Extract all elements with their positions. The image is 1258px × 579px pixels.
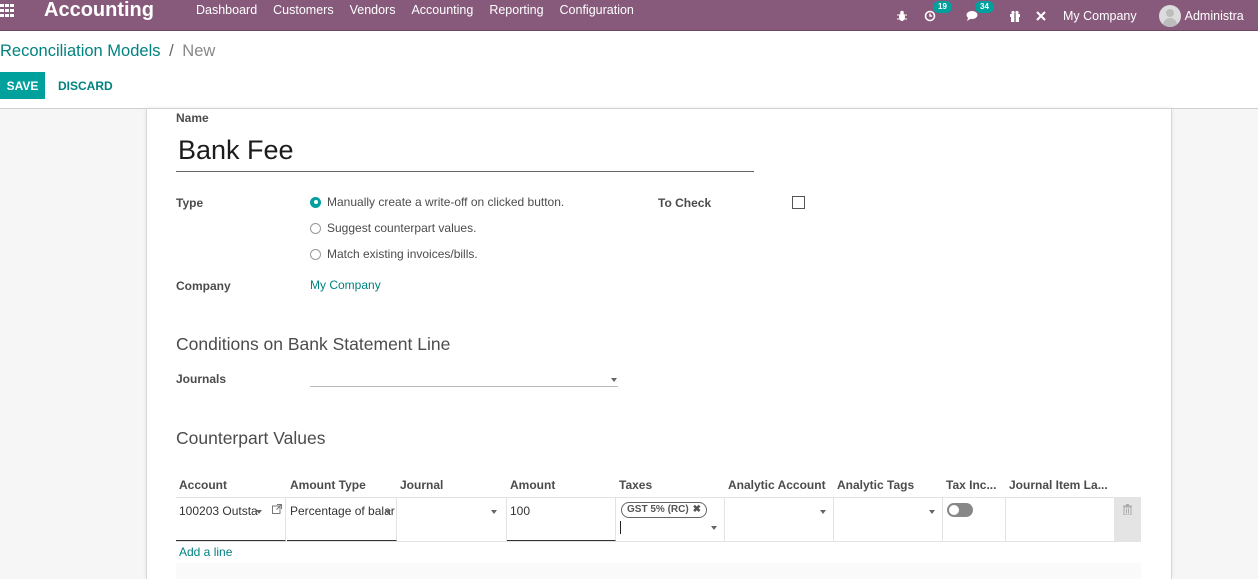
journals-select[interactable]	[310, 369, 618, 387]
menu-configuration[interactable]: Configuration	[552, 3, 642, 17]
amount-type-value: Percentage of balar	[290, 504, 395, 518]
app-name: Accounting	[44, 0, 154, 21]
breadcrumb-parent[interactable]: Reconciliation Models	[0, 42, 161, 60]
user-menu[interactable]: Administra	[1158, 4, 1244, 27]
bug-icon	[897, 10, 907, 21]
radio-unchecked-icon	[310, 248, 321, 260]
company-link[interactable]: My Company	[310, 278, 381, 292]
text-cursor	[620, 521, 621, 534]
journal-item-label-cell[interactable]	[1006, 498, 1114, 541]
avatar	[1158, 4, 1181, 27]
column-header-analytic-account[interactable]: Analytic Account	[728, 478, 826, 492]
caret-down-icon	[256, 510, 262, 514]
radio-unchecked-icon	[310, 222, 321, 234]
add-line-link[interactable]: Add a line	[179, 545, 232, 559]
caret-down-icon	[820, 510, 826, 514]
breadcrumb-current: New	[182, 42, 216, 60]
row-divider	[176, 541, 1141, 542]
caret-down-icon	[491, 510, 497, 514]
type-label: Type	[176, 196, 204, 210]
breadcrumb: Reconciliation Models / New	[0, 42, 215, 61]
to-check-checkbox[interactable]	[792, 196, 805, 209]
external-link-icon[interactable]	[272, 504, 282, 514]
gift-icon	[1010, 10, 1020, 22]
top-navbar: Accounting Dashboard Customers Vendors A…	[0, 0, 1258, 31]
caret-down-icon	[385, 510, 391, 514]
tools-icon	[1036, 10, 1046, 21]
caret-down-icon	[611, 378, 617, 382]
activity-button[interactable]: 19	[924, 0, 952, 22]
column-header-analytic-tags[interactable]: Analytic Tags	[837, 478, 914, 492]
column-header-account[interactable]: Account	[179, 478, 227, 492]
save-button[interactable]: SAVE	[0, 72, 45, 99]
to-check-label: To Check	[658, 196, 712, 210]
analytic-tags-cell[interactable]	[834, 498, 943, 541]
type-option-label: Suggest counterpart values.	[327, 221, 477, 235]
trash-icon	[1123, 504, 1132, 515]
main-menu: Dashboard Customers Vendors Accounting R…	[188, 3, 642, 17]
tools-button[interactable]	[1035, 10, 1047, 22]
column-header-taxes[interactable]: Taxes	[619, 478, 652, 492]
company-label: Company	[176, 279, 231, 293]
amount-cell[interactable]: 100	[507, 498, 616, 541]
menu-vendors[interactable]: Vendors	[342, 3, 404, 17]
column-header-amount-type[interactable]: Amount Type	[290, 478, 366, 492]
column-header-amount[interactable]: Amount	[510, 478, 555, 492]
journal-cell[interactable]	[397, 498, 507, 541]
amount-type-cell[interactable]: Percentage of balar	[287, 498, 397, 541]
apps-menu-icon[interactable]	[0, 4, 16, 18]
breadcrumb-separator: /	[169, 42, 174, 60]
messages-button[interactable]: 34	[966, 0, 994, 22]
type-option-match[interactable]: Match existing invoices/bills.	[310, 247, 478, 261]
remove-tag-icon[interactable]: ✖	[693, 503, 701, 517]
type-option-writeoff[interactable]: Manually create a write-off on clicked b…	[310, 195, 564, 209]
messages-count-badge: 34	[975, 0, 994, 13]
amount-value: 100	[510, 504, 531, 518]
tax-included-toggle[interactable]	[947, 503, 973, 517]
company-switcher[interactable]: My Company	[1063, 9, 1137, 23]
user-name: Administra	[1184, 8, 1244, 23]
activity-count-badge: 19	[933, 0, 952, 13]
systray: 19 34 My Company Administra	[896, 0, 1258, 31]
column-header-tax-included[interactable]: Tax Inc...	[946, 478, 996, 492]
menu-accounting[interactable]: Accounting	[403, 3, 481, 17]
column-header-journal[interactable]: Journal	[400, 478, 443, 492]
type-option-label: Match existing invoices/bills.	[327, 247, 478, 261]
tax-tag: GST 5% (RC) ✖	[621, 502, 708, 518]
menu-dashboard[interactable]: Dashboard	[188, 3, 265, 17]
menu-customers[interactable]: Customers	[265, 3, 341, 17]
account-value: 100203 Outsta	[179, 504, 258, 518]
conditions-section-title: Conditions on Bank Statement Line	[176, 334, 451, 354]
debug-button[interactable]	[896, 10, 908, 22]
gift-button[interactable]	[1009, 10, 1021, 22]
delete-row-button[interactable]	[1114, 498, 1141, 541]
name-label: Name	[176, 111, 209, 125]
type-option-label: Manually create a write-off on clicked b…	[327, 195, 565, 209]
caret-down-icon	[711, 526, 717, 530]
analytic-account-cell[interactable]	[725, 498, 834, 541]
radio-checked-icon	[310, 196, 321, 208]
counterpart-section-title: Counterpart Values	[176, 428, 326, 448]
account-cell[interactable]: 100203 Outsta	[176, 498, 286, 541]
type-option-suggest[interactable]: Suggest counterpart values.	[310, 221, 476, 235]
name-input[interactable]	[176, 130, 754, 172]
caret-down-icon	[929, 510, 935, 514]
column-header-journal-item-label[interactable]: Journal Item La...	[1009, 478, 1108, 492]
discard-button[interactable]: DISCARD	[50, 72, 121, 99]
tax-tag-label: GST 5% (RC)	[627, 504, 689, 515]
table-footer	[176, 563, 1141, 579]
menu-reporting[interactable]: Reporting	[481, 3, 551, 17]
journals-label: Journals	[176, 372, 227, 386]
